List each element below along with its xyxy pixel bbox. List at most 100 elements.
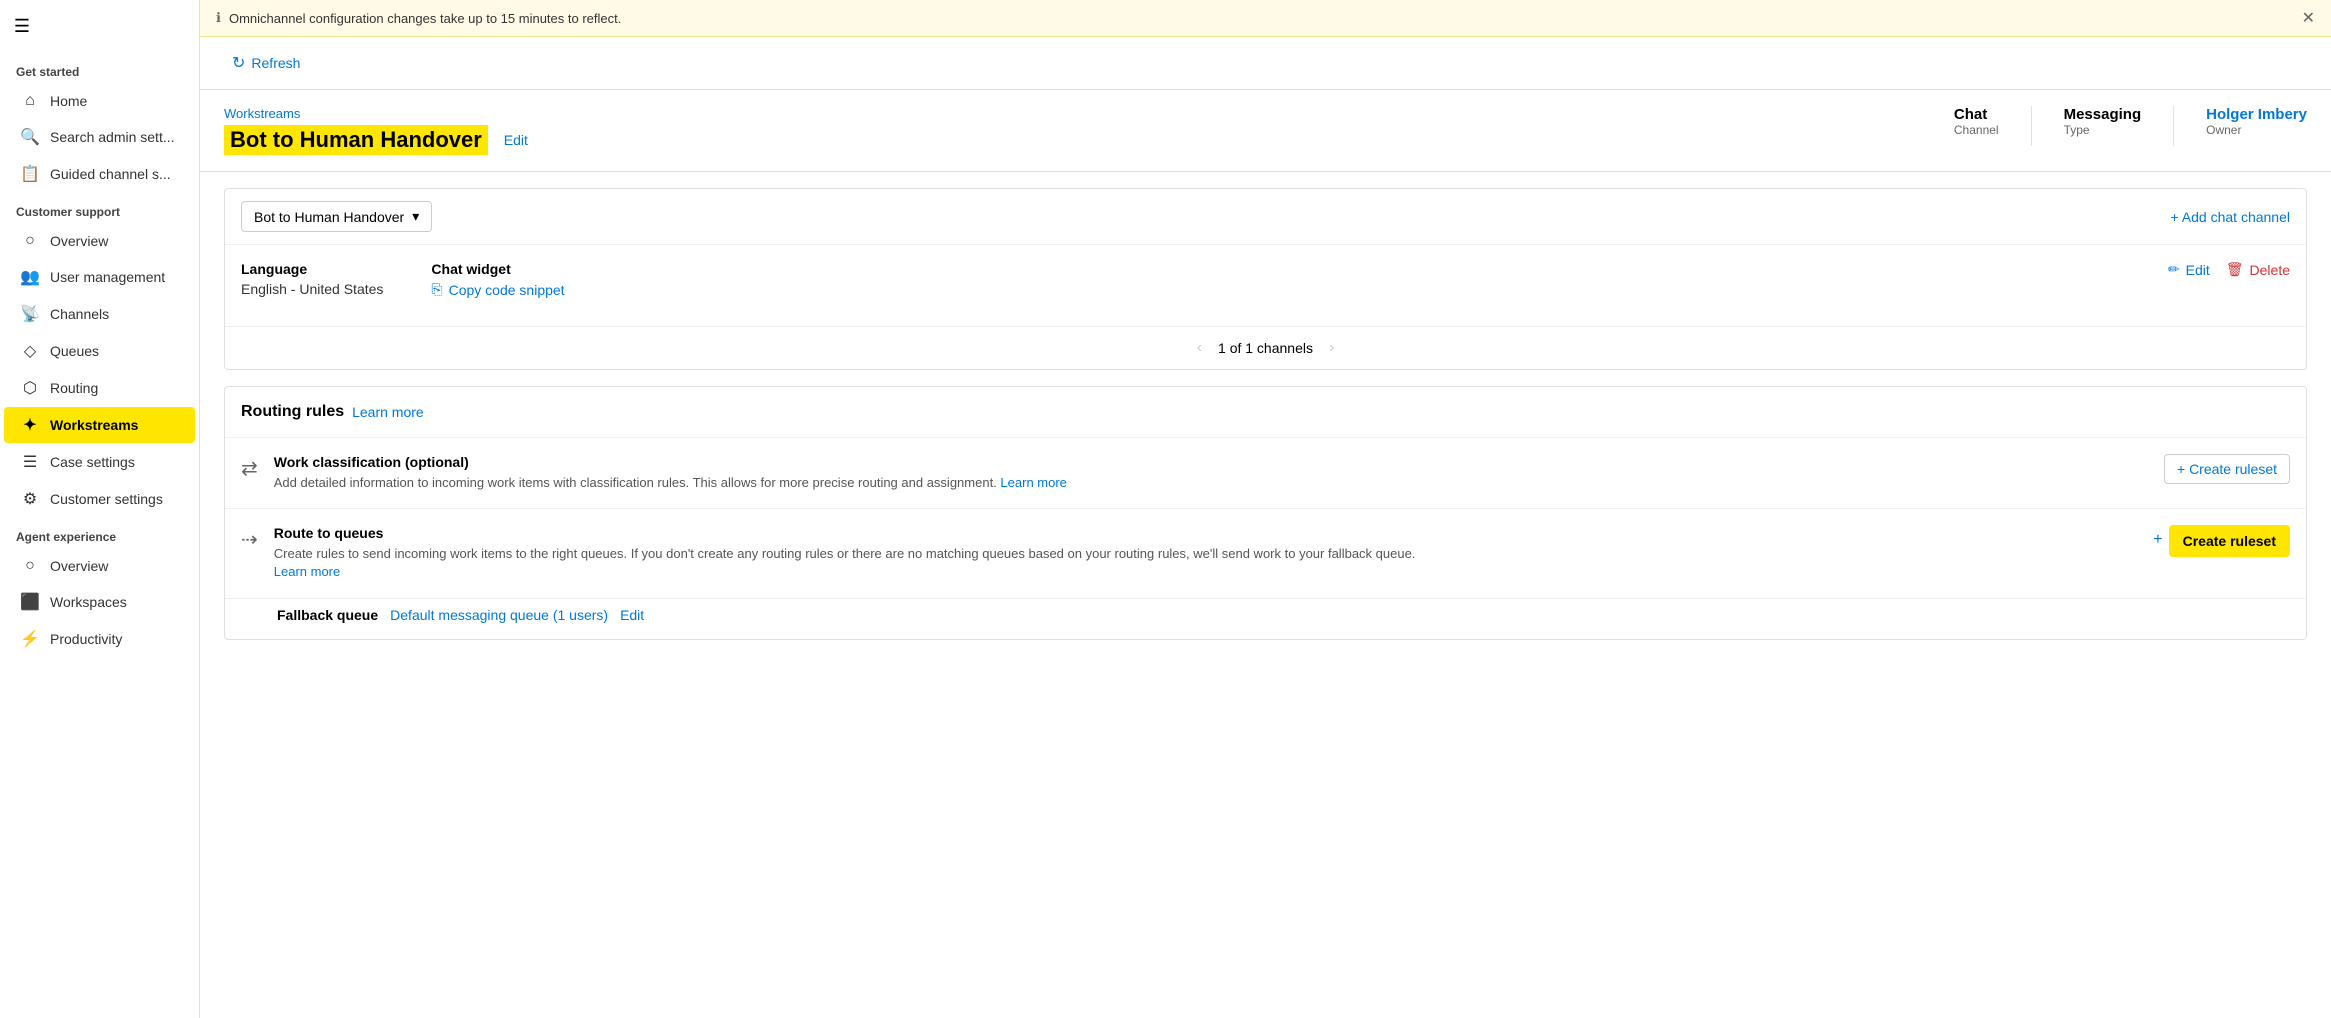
- delete-icon: 🗑: [2226, 261, 2244, 278]
- channel-actions: ✏ Edit 🗑 Delete: [2168, 261, 2290, 278]
- nav-icon-workstreams: ✦: [20, 415, 40, 435]
- channel-dropdown[interactable]: Bot to Human Handover ▾: [241, 201, 432, 232]
- toolbar: ↻ Refresh: [200, 37, 2331, 90]
- nav-icon-channels: 📡: [20, 304, 40, 324]
- route-create-ruleset-button[interactable]: Create ruleset: [2169, 525, 2290, 557]
- page-header-right: Chat Channel Messaging Type Holger Imber…: [1954, 106, 2307, 146]
- channel-edit-button[interactable]: ✏ Edit: [2168, 261, 2210, 278]
- nav-icon-workspaces: ⬛: [20, 592, 40, 612]
- type-sublabel: Type: [2064, 123, 2090, 137]
- sidebar-label-productivity: Productivity: [50, 631, 122, 647]
- get-started-label: Get started: [0, 53, 199, 83]
- nav-icon-case-settings: ☰: [20, 452, 40, 472]
- sidebar-item-overview[interactable]: ○Overview: [4, 224, 195, 258]
- sidebar-label-queues: Queues: [50, 343, 99, 359]
- routing-rules-title: Routing rules: [241, 403, 344, 421]
- routing-rules-section: Routing rules Learn more ⇄ Work classifi…: [224, 386, 2307, 640]
- sidebar-label-search: Search admin sett...: [50, 129, 175, 145]
- copy-icon: ⎘: [431, 281, 442, 298]
- sidebar-item-guided[interactable]: 📋Guided channel s...: [4, 156, 195, 192]
- routing-learn-more-link[interactable]: Learn more: [352, 404, 424, 420]
- sidebar-header: ☰: [0, 0, 199, 53]
- nav-icon-queues: ◇: [20, 341, 40, 361]
- pagination-prev-button[interactable]: ‹: [1197, 339, 1202, 357]
- classification-icon: ⇄: [241, 456, 258, 481]
- type-meta: Messaging Type: [2064, 106, 2142, 137]
- sidebar-item-user-mgmt[interactable]: 👥 User management: [4, 259, 195, 295]
- pagination-next-button[interactable]: ›: [1329, 339, 1334, 357]
- type-value: Messaging: [2064, 106, 2142, 123]
- channel-value: Chat: [1954, 106, 1987, 123]
- sidebar-item-home[interactable]: ⌂Home: [4, 84, 195, 118]
- route-icon: ⇢: [241, 527, 258, 552]
- sidebar-item-case-settings[interactable]: ☰Case settings: [4, 444, 195, 480]
- customer-support-label: Customer support: [0, 193, 199, 223]
- sidebar-label-user-mgmt: User management: [50, 269, 165, 285]
- edit-icon: ✏: [2168, 261, 2180, 278]
- sidebar-item-workspaces[interactable]: ⬛ Workspaces: [4, 584, 195, 620]
- fallback-queue-label: Fallback queue: [277, 607, 378, 623]
- banner-left: ℹ Omnichannel configuration changes take…: [216, 10, 621, 26]
- channel-details: Language English - United States Chat wi…: [225, 245, 2306, 326]
- nav-icon-guided: 📋: [20, 164, 40, 184]
- add-chat-channel-button[interactable]: + Add chat channel: [2171, 209, 2291, 225]
- sidebar-item-ae-overview[interactable]: ○Overview: [4, 549, 195, 583]
- route-to-queues-title: Route to queues: [274, 525, 2138, 541]
- language-value: English - United States: [241, 281, 383, 297]
- channel-delete-button[interactable]: 🗑 Delete: [2226, 261, 2290, 278]
- page-edit-link[interactable]: Edit: [504, 132, 528, 148]
- work-classification-create-button[interactable]: + Create ruleset: [2164, 454, 2290, 484]
- refresh-icon: ↻: [232, 53, 245, 73]
- work-classification-learn-more[interactable]: Learn more: [1000, 475, 1066, 490]
- refresh-label: Refresh: [251, 55, 300, 71]
- nav-icon-productivity: ⚡: [20, 629, 40, 649]
- nav-icon-customer-settings: ⚙: [20, 489, 40, 509]
- chevron-down-icon: ▾: [412, 208, 419, 225]
- nav-icon-user-mgmt: 👥: [20, 267, 40, 287]
- sidebar-item-routing[interactable]: ⬡ Routing: [4, 370, 195, 406]
- sidebar-label-channels: Channels: [50, 306, 109, 322]
- fallback-queue-row: Fallback queue Default messaging queue (…: [225, 599, 2306, 639]
- copy-snippet-label: Copy code snippet: [449, 282, 565, 298]
- sidebar-item-search[interactable]: 🔍Search admin sett...: [4, 119, 195, 155]
- page-header-left: Workstreams Bot to Human Handover Edit: [224, 106, 528, 155]
- owner-meta: Holger Imbery Owner: [2206, 106, 2307, 137]
- owner-value[interactable]: Holger Imbery: [2206, 106, 2307, 123]
- page-title: Bot to Human Handover: [224, 125, 488, 155]
- refresh-button[interactable]: ↻ Refresh: [224, 49, 308, 77]
- route-learn-more[interactable]: Learn more: [274, 564, 340, 579]
- route-to-queues-description: Create rules to send incoming work items…: [274, 545, 2138, 581]
- language-label: Language: [241, 261, 383, 277]
- channel-sublabel: Channel: [1954, 123, 1999, 137]
- breadcrumb[interactable]: Workstreams: [224, 106, 528, 121]
- meta-divider-2: [2173, 106, 2174, 146]
- nav-icon-home: ⌂: [20, 92, 40, 110]
- copy-snippet-button[interactable]: ⎘ Copy code snippet: [431, 281, 564, 298]
- meta-divider-1: [2031, 106, 2032, 146]
- sidebar-item-channels[interactable]: 📡 Channels: [4, 296, 195, 332]
- sidebar-item-productivity[interactable]: ⚡ Productivity: [4, 621, 195, 657]
- channel-section-top: Bot to Human Handover ▾ + Add chat chann…: [225, 189, 2306, 245]
- sidebar-item-workstreams[interactable]: ✦Workstreams: [4, 407, 195, 443]
- work-classification-action: + Create ruleset: [2164, 454, 2290, 484]
- sidebar-label-ae-overview: Overview: [50, 558, 108, 574]
- channel-pagination: ‹ 1 of 1 channels ›: [225, 326, 2306, 369]
- sidebar-label-workspaces: Workspaces: [50, 594, 127, 610]
- info-banner: ℹ Omnichannel configuration changes take…: [200, 0, 2331, 37]
- nav-icon-routing: ⬡: [20, 378, 40, 398]
- hamburger-icon[interactable]: ☰: [12, 16, 32, 37]
- sidebar: ☰ Get started ⌂Home🔍Search admin sett...…: [0, 0, 200, 1018]
- work-classification-description: Add detailed information to incoming wor…: [274, 474, 2148, 492]
- sidebar-label-routing: Routing: [50, 380, 98, 396]
- sidebar-top-items: ⌂Home🔍Search admin sett...📋Guided channe…: [0, 83, 199, 193]
- page-title-row: Bot to Human Handover Edit: [224, 125, 528, 155]
- sidebar-item-queues[interactable]: ◇ Queues: [4, 333, 195, 369]
- fallback-queue-edit-button[interactable]: Edit: [620, 607, 644, 623]
- route-to-queues-content: Route to queues Create rules to send inc…: [274, 525, 2138, 581]
- banner-close-button[interactable]: ✕: [2302, 8, 2315, 28]
- sidebar-item-customer-settings[interactable]: ⚙Customer settings: [4, 481, 195, 517]
- channel-delete-label: Delete: [2250, 262, 2290, 278]
- page-header: Workstreams Bot to Human Handover Edit C…: [200, 90, 2331, 172]
- fallback-queue-link[interactable]: Default messaging queue (1 users): [390, 607, 608, 623]
- route-to-queues-item: ⇢ Route to queues Create rules to send i…: [225, 509, 2306, 598]
